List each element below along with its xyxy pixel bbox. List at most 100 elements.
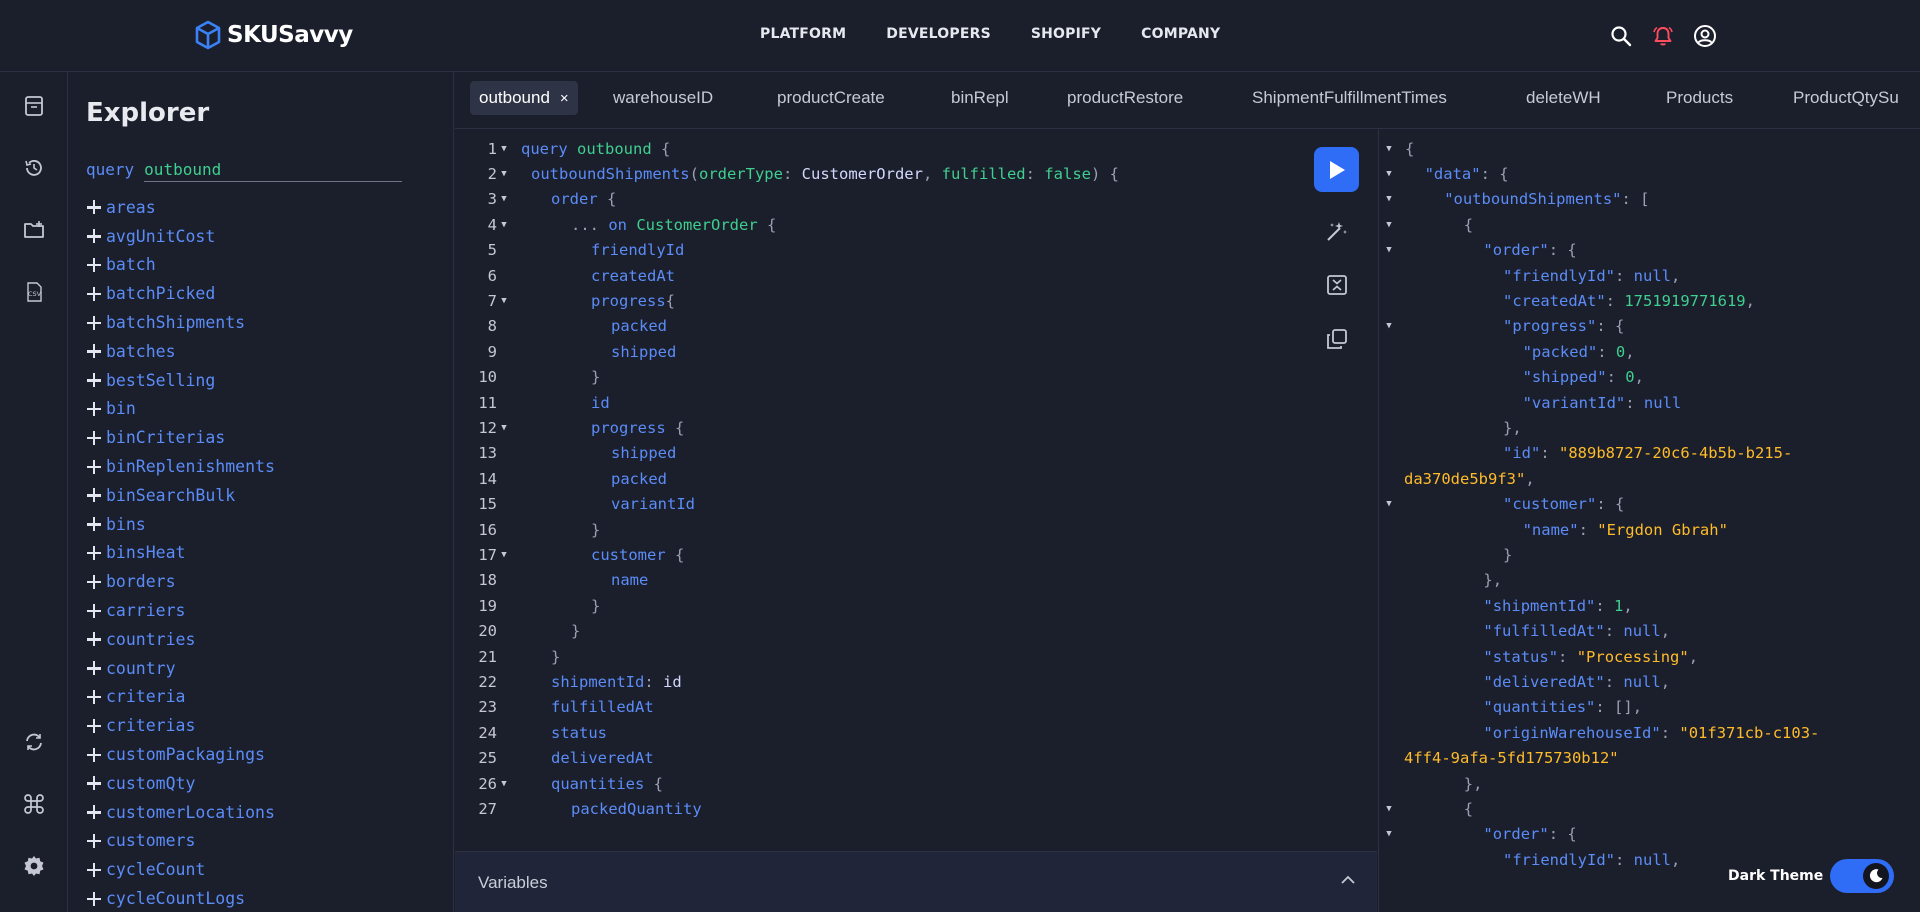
- bell-icon[interactable]: [1651, 24, 1675, 48]
- collections-folder-icon[interactable]: [22, 218, 46, 242]
- schema-field-item[interactable]: customerLocations: [86, 798, 275, 827]
- fold-arrow-icon[interactable]: ▼: [1379, 499, 1399, 509]
- dark-theme-toggle[interactable]: [1830, 859, 1894, 893]
- brand-logo[interactable]: SKUSavvy: [195, 20, 353, 50]
- tab-shipmentfulfillmenttimes[interactable]: ShipmentFulfillmentTimes: [1252, 81, 1447, 115]
- search-icon[interactable]: [1609, 24, 1633, 48]
- nav-link-company[interactable]: COMPANY: [1141, 26, 1220, 42]
- plus-icon[interactable]: [86, 804, 102, 820]
- docs-icon[interactable]: [22, 94, 46, 118]
- tab-outbound[interactable]: outbound ×: [470, 81, 578, 115]
- fold-arrow-icon[interactable]: ▼: [1379, 245, 1399, 255]
- schema-field-item[interactable]: customPackagings: [86, 740, 275, 769]
- plus-icon[interactable]: [86, 862, 102, 878]
- plus-icon[interactable]: [86, 228, 102, 244]
- fold-arrow-icon[interactable]: ▼: [1379, 829, 1399, 839]
- schema-field-item[interactable]: country: [86, 654, 275, 683]
- plus-icon[interactable]: [86, 199, 102, 215]
- schema-field-item[interactable]: bestSelling: [86, 366, 275, 395]
- tab-productrestore[interactable]: productRestore: [1067, 81, 1183, 115]
- fold-arrow-icon[interactable]: ▼: [1379, 220, 1399, 230]
- plus-icon[interactable]: [86, 718, 102, 734]
- close-tab-icon[interactable]: ×: [560, 90, 569, 107]
- prettify-magic-wand-icon[interactable]: [1324, 218, 1350, 244]
- fold-arrow-icon[interactable]: ▼: [1379, 321, 1399, 331]
- plus-icon[interactable]: [86, 891, 102, 907]
- plus-icon[interactable]: [86, 660, 102, 676]
- keyboard-shortcuts-icon[interactable]: [22, 792, 46, 816]
- history-icon[interactable]: [22, 156, 46, 180]
- tab-deletewh[interactable]: deleteWH: [1526, 81, 1601, 115]
- plus-icon[interactable]: [86, 631, 102, 647]
- fold-arrow-icon[interactable]: ▼: [497, 220, 511, 230]
- query-editor[interactable]: 1 ▼ query outbound {2 ▼ outboundShipments(or…: [455, 129, 1377, 851]
- fold-arrow-icon[interactable]: ▼: [1379, 169, 1399, 179]
- schema-field-item[interactable]: batch: [86, 251, 275, 280]
- nav-link-platform[interactable]: PLATFORM: [760, 26, 846, 42]
- operation-name-input[interactable]: outbound: [144, 160, 403, 182]
- plus-icon[interactable]: [86, 430, 102, 446]
- fold-arrow-icon[interactable]: ▼: [497, 779, 511, 789]
- schema-field-item[interactable]: binCriterias: [86, 423, 275, 452]
- schema-field-item[interactable]: bin: [86, 395, 275, 424]
- schema-field-item[interactable]: binReplenishments: [86, 452, 275, 481]
- schema-field-item[interactable]: batches: [86, 337, 275, 366]
- schema-field-item[interactable]: countries: [86, 625, 275, 654]
- plus-icon[interactable]: [86, 747, 102, 763]
- fold-arrow-icon[interactable]: ▼: [497, 423, 511, 433]
- schema-field-item[interactable]: batchShipments: [86, 308, 275, 337]
- fold-arrow-icon[interactable]: ▼: [497, 296, 511, 306]
- plus-icon[interactable]: [86, 459, 102, 475]
- nav-link-shopify[interactable]: SHOPIFY: [1031, 26, 1101, 42]
- fold-arrow-icon[interactable]: ▼: [1379, 194, 1399, 204]
- schema-field-item[interactable]: cycleCountLogs: [86, 884, 275, 912]
- plus-icon[interactable]: [86, 574, 102, 590]
- plus-icon[interactable]: [86, 257, 102, 273]
- plus-icon[interactable]: [86, 516, 102, 532]
- plus-icon[interactable]: [86, 487, 102, 503]
- fold-arrow-icon[interactable]: ▼: [497, 194, 511, 204]
- fold-arrow-icon[interactable]: ▼: [1379, 144, 1399, 154]
- run-query-button[interactable]: [1314, 147, 1359, 192]
- plus-icon[interactable]: [86, 545, 102, 561]
- tab-productcreate[interactable]: productCreate: [777, 81, 885, 115]
- schema-field-item[interactable]: borders: [86, 567, 275, 596]
- plus-icon[interactable]: [86, 603, 102, 619]
- schema-field-item[interactable]: batchPicked: [86, 279, 275, 308]
- plus-icon[interactable]: [86, 401, 102, 417]
- nav-link-developers[interactable]: DEVELOPERS: [886, 26, 991, 42]
- fold-arrow-icon[interactable]: ▼: [497, 144, 511, 154]
- schema-field-item[interactable]: carriers: [86, 596, 275, 625]
- tab-binrepl[interactable]: binRepl: [951, 81, 1009, 115]
- schema-field-item[interactable]: areas: [86, 193, 275, 222]
- schema-field-item[interactable]: cycleCount: [86, 855, 275, 884]
- tab-productqtysu[interactable]: ProductQtySu: [1793, 81, 1899, 115]
- plus-icon[interactable]: [86, 343, 102, 359]
- variables-section[interactable]: Variables: [455, 851, 1377, 912]
- schema-field-item[interactable]: customers: [86, 827, 275, 856]
- tab-products[interactable]: Products: [1666, 81, 1733, 115]
- schema-field-item[interactable]: customQty: [86, 769, 275, 798]
- schema-field-item[interactable]: criterias: [86, 711, 275, 740]
- plus-icon[interactable]: [86, 315, 102, 331]
- user-account-icon[interactable]: [1693, 24, 1717, 48]
- plus-icon[interactable]: [86, 833, 102, 849]
- settings-gear-icon[interactable]: [22, 854, 46, 878]
- tab-warehouseid[interactable]: warehouseID: [613, 81, 713, 115]
- schema-field-item[interactable]: binsHeat: [86, 539, 275, 568]
- fold-arrow-icon[interactable]: ▼: [1379, 804, 1399, 814]
- fold-arrow-icon[interactable]: ▼: [497, 550, 511, 560]
- plus-icon[interactable]: [86, 286, 102, 302]
- fold-arrow-icon[interactable]: ▼: [497, 169, 511, 179]
- plus-icon[interactable]: [86, 775, 102, 791]
- plus-icon[interactable]: [86, 372, 102, 388]
- refresh-schema-icon[interactable]: [22, 730, 46, 754]
- schema-field-item[interactable]: avgUnitCost: [86, 222, 275, 251]
- plus-icon[interactable]: [86, 689, 102, 705]
- schema-field-item[interactable]: criteria: [86, 683, 275, 712]
- chevron-up-icon[interactable]: [1338, 870, 1358, 890]
- merge-fragments-icon[interactable]: [1324, 272, 1350, 298]
- csv-export-icon[interactable]: CSV: [22, 280, 46, 304]
- schema-field-item[interactable]: bins: [86, 510, 275, 539]
- copy-query-icon[interactable]: [1324, 326, 1350, 352]
